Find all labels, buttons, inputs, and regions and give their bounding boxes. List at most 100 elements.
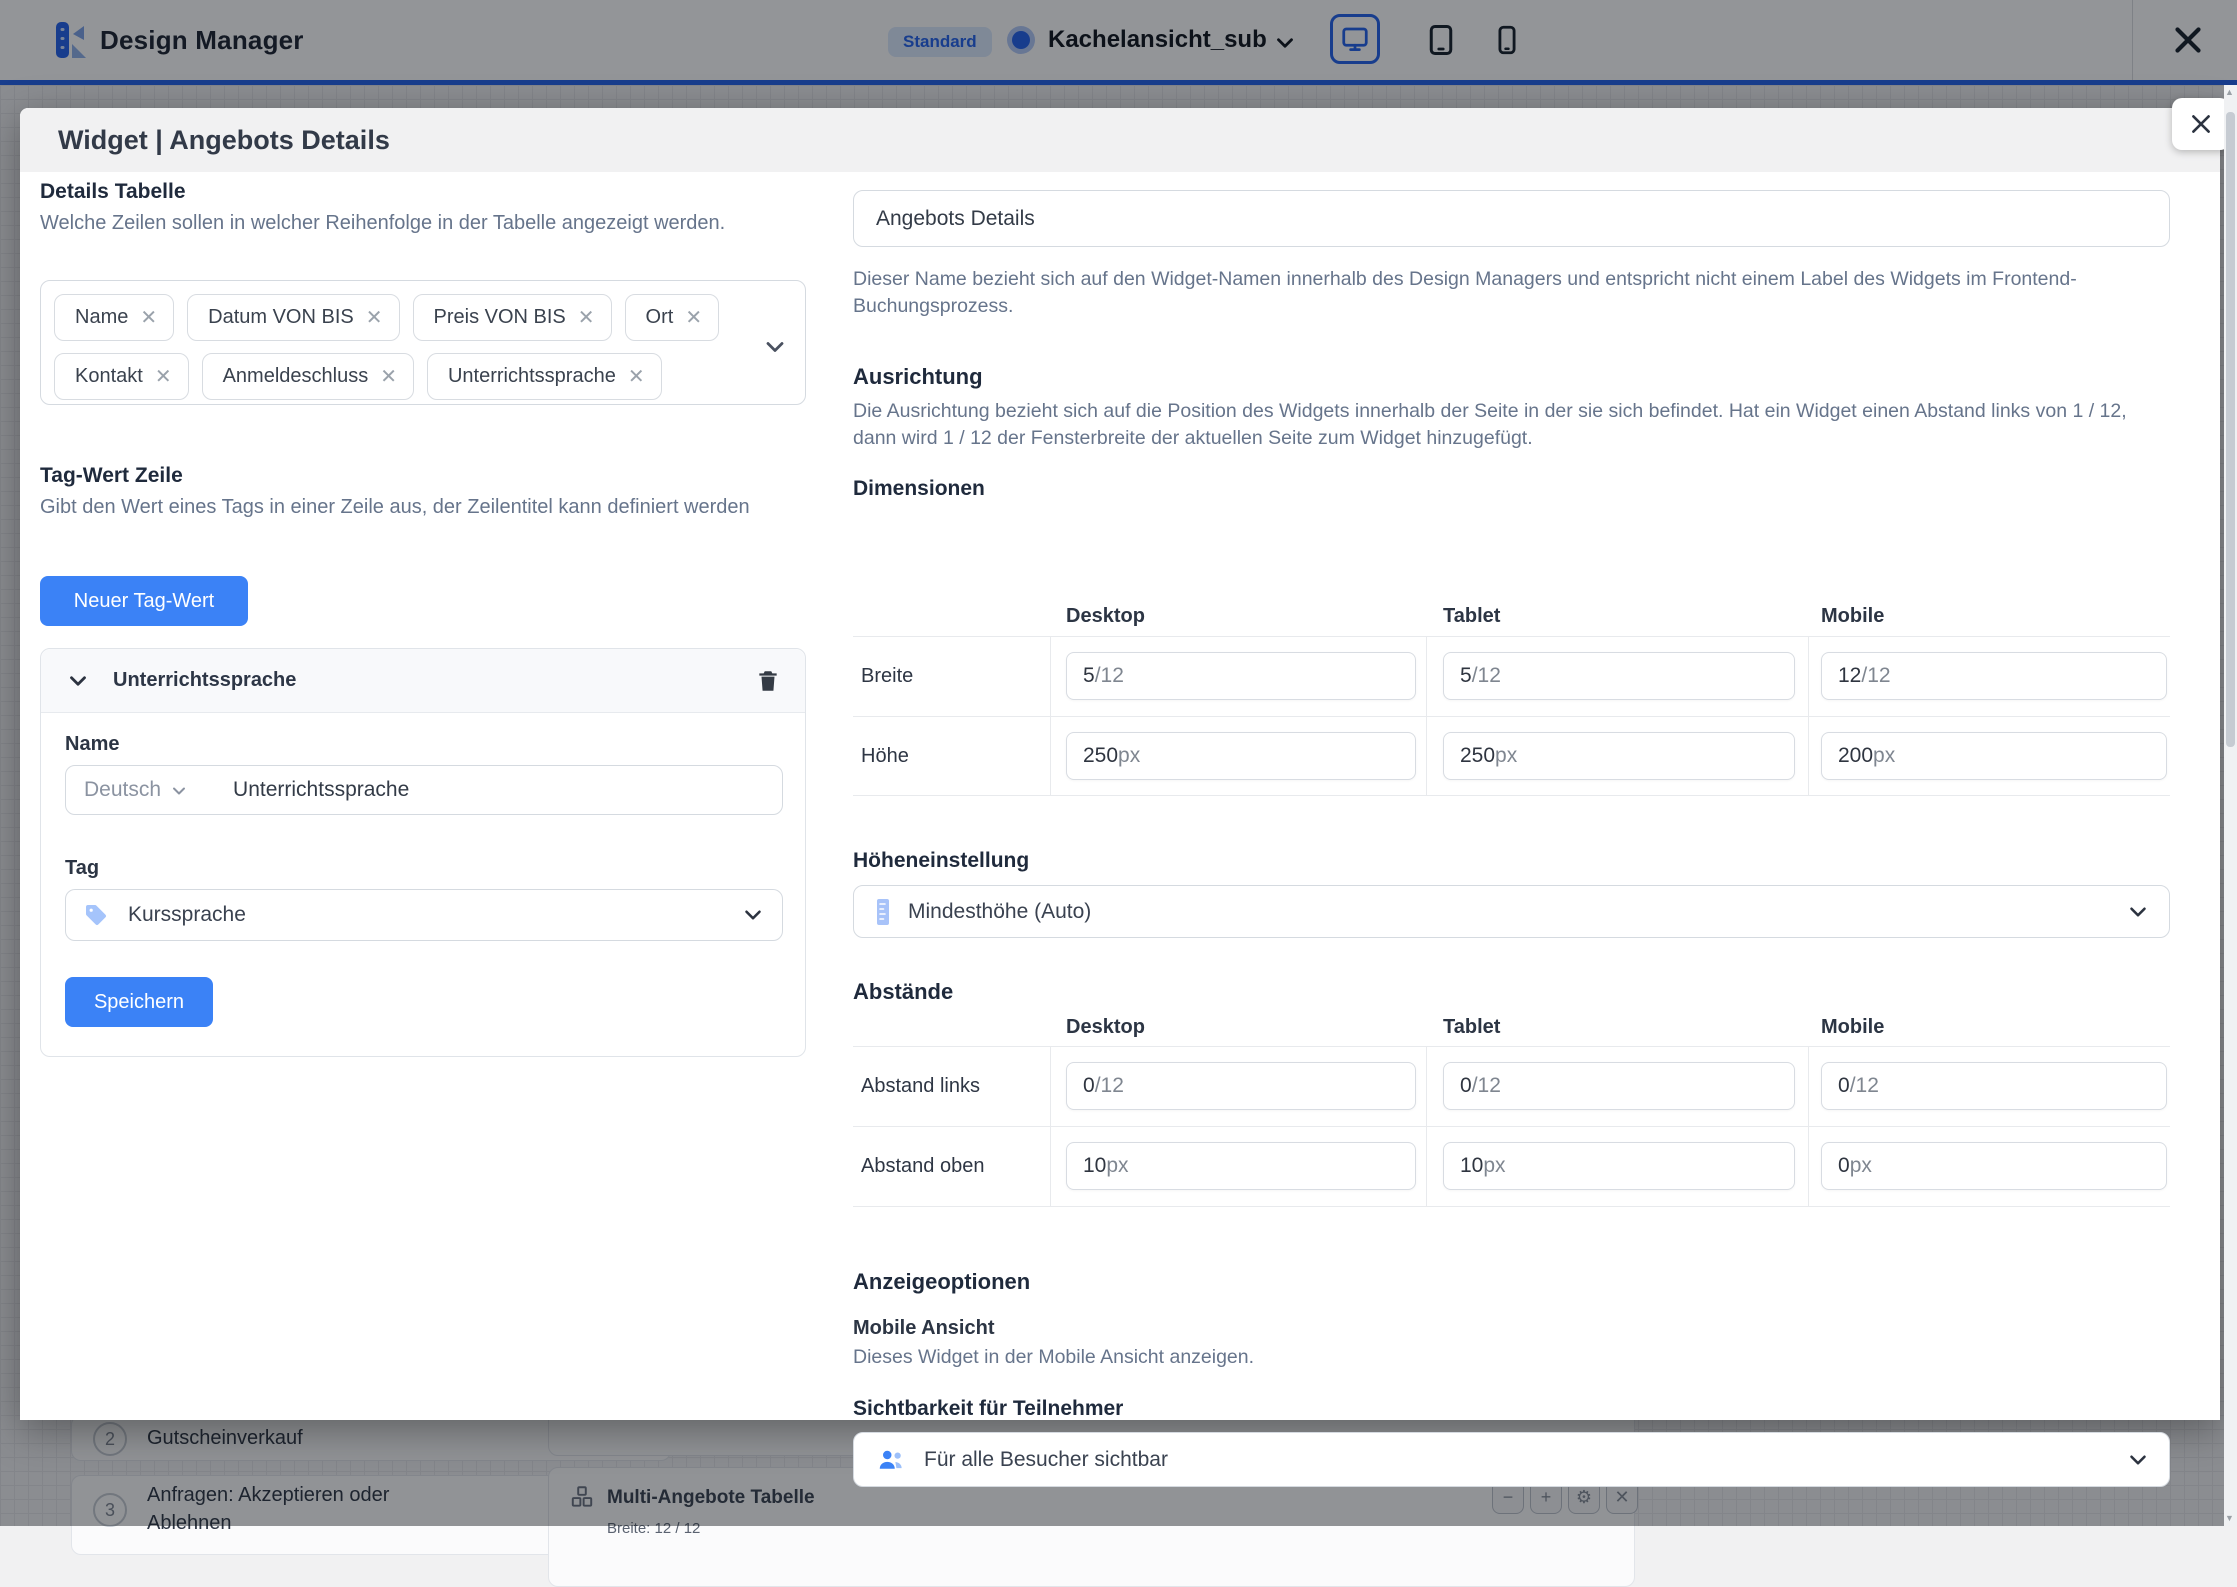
page-scrollbar[interactable]: ▲ ▼ (2224, 85, 2237, 1526)
mobile-ansicht-help: Dieses Widget in der Mobile Ansicht anze… (853, 1344, 1254, 1371)
unit: /12 (1472, 1074, 1501, 1098)
value: 200 (1838, 744, 1873, 768)
unit: /12 (1861, 664, 1890, 688)
language-select[interactable]: Deutsch (84, 778, 161, 802)
details-table-heading: Details Tabelle (40, 180, 186, 204)
value: 0 (1838, 1154, 1850, 1178)
hoehe-chevron-down-icon (2125, 899, 2151, 925)
accordion-header[interactable]: Unterrichtssprache (41, 649, 805, 713)
tag-name-input[interactable]: Deutsch Unterrichtssprache (65, 765, 783, 815)
accordion-title: Unterrichtssprache (113, 669, 296, 692)
hoehe-mobile-input[interactable]: 200px (1821, 732, 2167, 780)
ruler-icon (874, 897, 892, 927)
value: 0 (1083, 1074, 1095, 1098)
unit: px (1873, 744, 1895, 768)
unit: px (1483, 1154, 1505, 1178)
accordion-chevron-down-icon[interactable] (65, 668, 91, 694)
chip[interactable]: Unterrichtssprache✕ (427, 353, 662, 400)
abstand-oben-desktop-input[interactable]: 10px (1066, 1142, 1416, 1190)
tag-name-value: Unterrichtssprache (233, 778, 409, 802)
scrollbar-up-arrow[interactable]: ▲ (2225, 87, 2234, 97)
name-field-label: Name (65, 733, 119, 756)
value: 250 (1460, 744, 1495, 768)
anzeigeoptionen-heading: Anzeigeoptionen (853, 1269, 1030, 1295)
modal-close-button[interactable] (2172, 98, 2230, 150)
breite-mobile-input[interactable]: 12/12 (1821, 652, 2167, 700)
chip[interactable]: Name ✕ (54, 294, 174, 341)
unit: /12 (1095, 1074, 1124, 1098)
unit: /12 (1850, 1074, 1879, 1098)
chip-label: Anmeldeschluss (223, 365, 369, 388)
save-button[interactable]: Speichern (65, 977, 213, 1027)
chip-remove-icon[interactable]: ✕ (155, 364, 172, 389)
column-header-tablet: Tablet (1443, 605, 1500, 628)
dimensionen-heading: Dimensionen (853, 477, 985, 501)
value: 0 (1460, 1074, 1472, 1098)
chip-remove-icon[interactable]: ✕ (140, 305, 157, 330)
hoeheneinstellung-value: Mindesthöhe (Auto) (908, 900, 1091, 924)
value: 250 (1083, 744, 1118, 768)
new-tag-value-button[interactable]: Neuer Tag-Wert (40, 576, 248, 626)
chip-remove-icon[interactable]: ✕ (366, 305, 383, 330)
hoehe-desktop-input[interactable]: 250px (1066, 732, 1416, 780)
users-icon (876, 1445, 906, 1475)
widget-settings-modal: Widget | Angebots Details Details Tabell… (20, 108, 2220, 1420)
row-label-breite: Breite (861, 665, 913, 688)
abstaende-heading: Abstände (853, 979, 953, 1005)
chip-remove-icon[interactable]: ✕ (685, 305, 702, 330)
sichtbarkeit-select[interactable]: Für alle Besucher sichtbar (853, 1432, 2170, 1487)
hoehe-tablet-input[interactable]: 250px (1443, 732, 1795, 780)
value: 12 (1838, 664, 1861, 688)
trash-icon[interactable] (755, 668, 781, 694)
scrollbar-thumb[interactable] (2226, 112, 2235, 747)
scrollbar-down-arrow[interactable]: ▼ (2225, 1513, 2234, 1523)
chip-label: Kontakt (75, 365, 143, 388)
chip[interactable]: Preis VON BIS✕ (413, 294, 612, 341)
dimensionen-table: Desktop Tablet Mobile Breite Höhe 5/12 5… (853, 597, 2170, 795)
chip[interactable]: Anmeldeschluss ✕ (202, 353, 414, 400)
chip[interactable]: Kontakt ✕ (54, 353, 189, 400)
value: 0 (1838, 1074, 1850, 1098)
mobile-ansicht-label: Mobile Ansicht (853, 1317, 994, 1340)
row-label-abstand-links: Abstand links (861, 1075, 980, 1098)
hoeheneinstellung-select[interactable]: Mindesthöhe (Auto) (853, 885, 2170, 938)
value: 10 (1460, 1154, 1483, 1178)
details-rows-multiselect[interactable]: Name ✕ Datum VON BIS✕ Preis VON BIS✕ Ort✕… (40, 280, 806, 405)
chip-remove-icon[interactable]: ✕ (628, 364, 645, 389)
close-icon (2188, 111, 2214, 137)
tag-select[interactable]: Kurssprache (65, 889, 783, 941)
tag-icon (84, 903, 108, 927)
widget-name-input[interactable] (853, 190, 2170, 247)
breite-tablet-input[interactable]: 5/12 (1443, 652, 1795, 700)
abstand-links-tablet-input[interactable]: 0/12 (1443, 1062, 1795, 1110)
abstand-oben-mobile-input[interactable]: 0px (1821, 1142, 2167, 1190)
breite-desktop-input[interactable]: 5/12 (1066, 652, 1416, 700)
ausrichtung-heading: Ausrichtung (853, 364, 983, 390)
chip-label: Name (75, 306, 128, 329)
tag-select-value: Kurssprache (128, 903, 246, 927)
sichtbarkeit-value: Für alle Besucher sichtbar (924, 1448, 1168, 1472)
widget-name-help: Dieser Name bezieht sich auf den Widget-… (853, 266, 2123, 320)
sichtbarkeit-chevron-down-icon (2125, 1447, 2151, 1473)
language-chevron-down-icon (169, 781, 189, 801)
abstand-links-desktop-input[interactable]: 0/12 (1066, 1062, 1416, 1110)
tag-value-accordion: Unterrichtssprache Name Deutsch Unterric… (40, 648, 806, 1057)
column-header-tablet: Tablet (1443, 1016, 1500, 1039)
chip[interactable]: Ort✕ (625, 294, 720, 341)
unit: px (1106, 1154, 1128, 1178)
chip-remove-icon[interactable]: ✕ (578, 305, 595, 330)
column-header-desktop: Desktop (1066, 605, 1145, 628)
chip[interactable]: Datum VON BIS✕ (187, 294, 399, 341)
modal-titlebar: Widget | Angebots Details (20, 108, 2220, 172)
abstand-links-mobile-input[interactable]: 0/12 (1821, 1062, 2167, 1110)
chip-remove-icon[interactable]: ✕ (380, 364, 397, 389)
column-header-desktop: Desktop (1066, 1016, 1145, 1039)
value: 5 (1460, 664, 1472, 688)
value: 10 (1083, 1154, 1106, 1178)
tag-field-label: Tag (65, 857, 99, 880)
value: 5 (1083, 664, 1095, 688)
unit: px (1118, 744, 1140, 768)
unit: px (1850, 1154, 1872, 1178)
abstand-oben-tablet-input[interactable]: 10px (1443, 1142, 1795, 1190)
multiselect-chevron-down-icon[interactable] (761, 333, 789, 361)
